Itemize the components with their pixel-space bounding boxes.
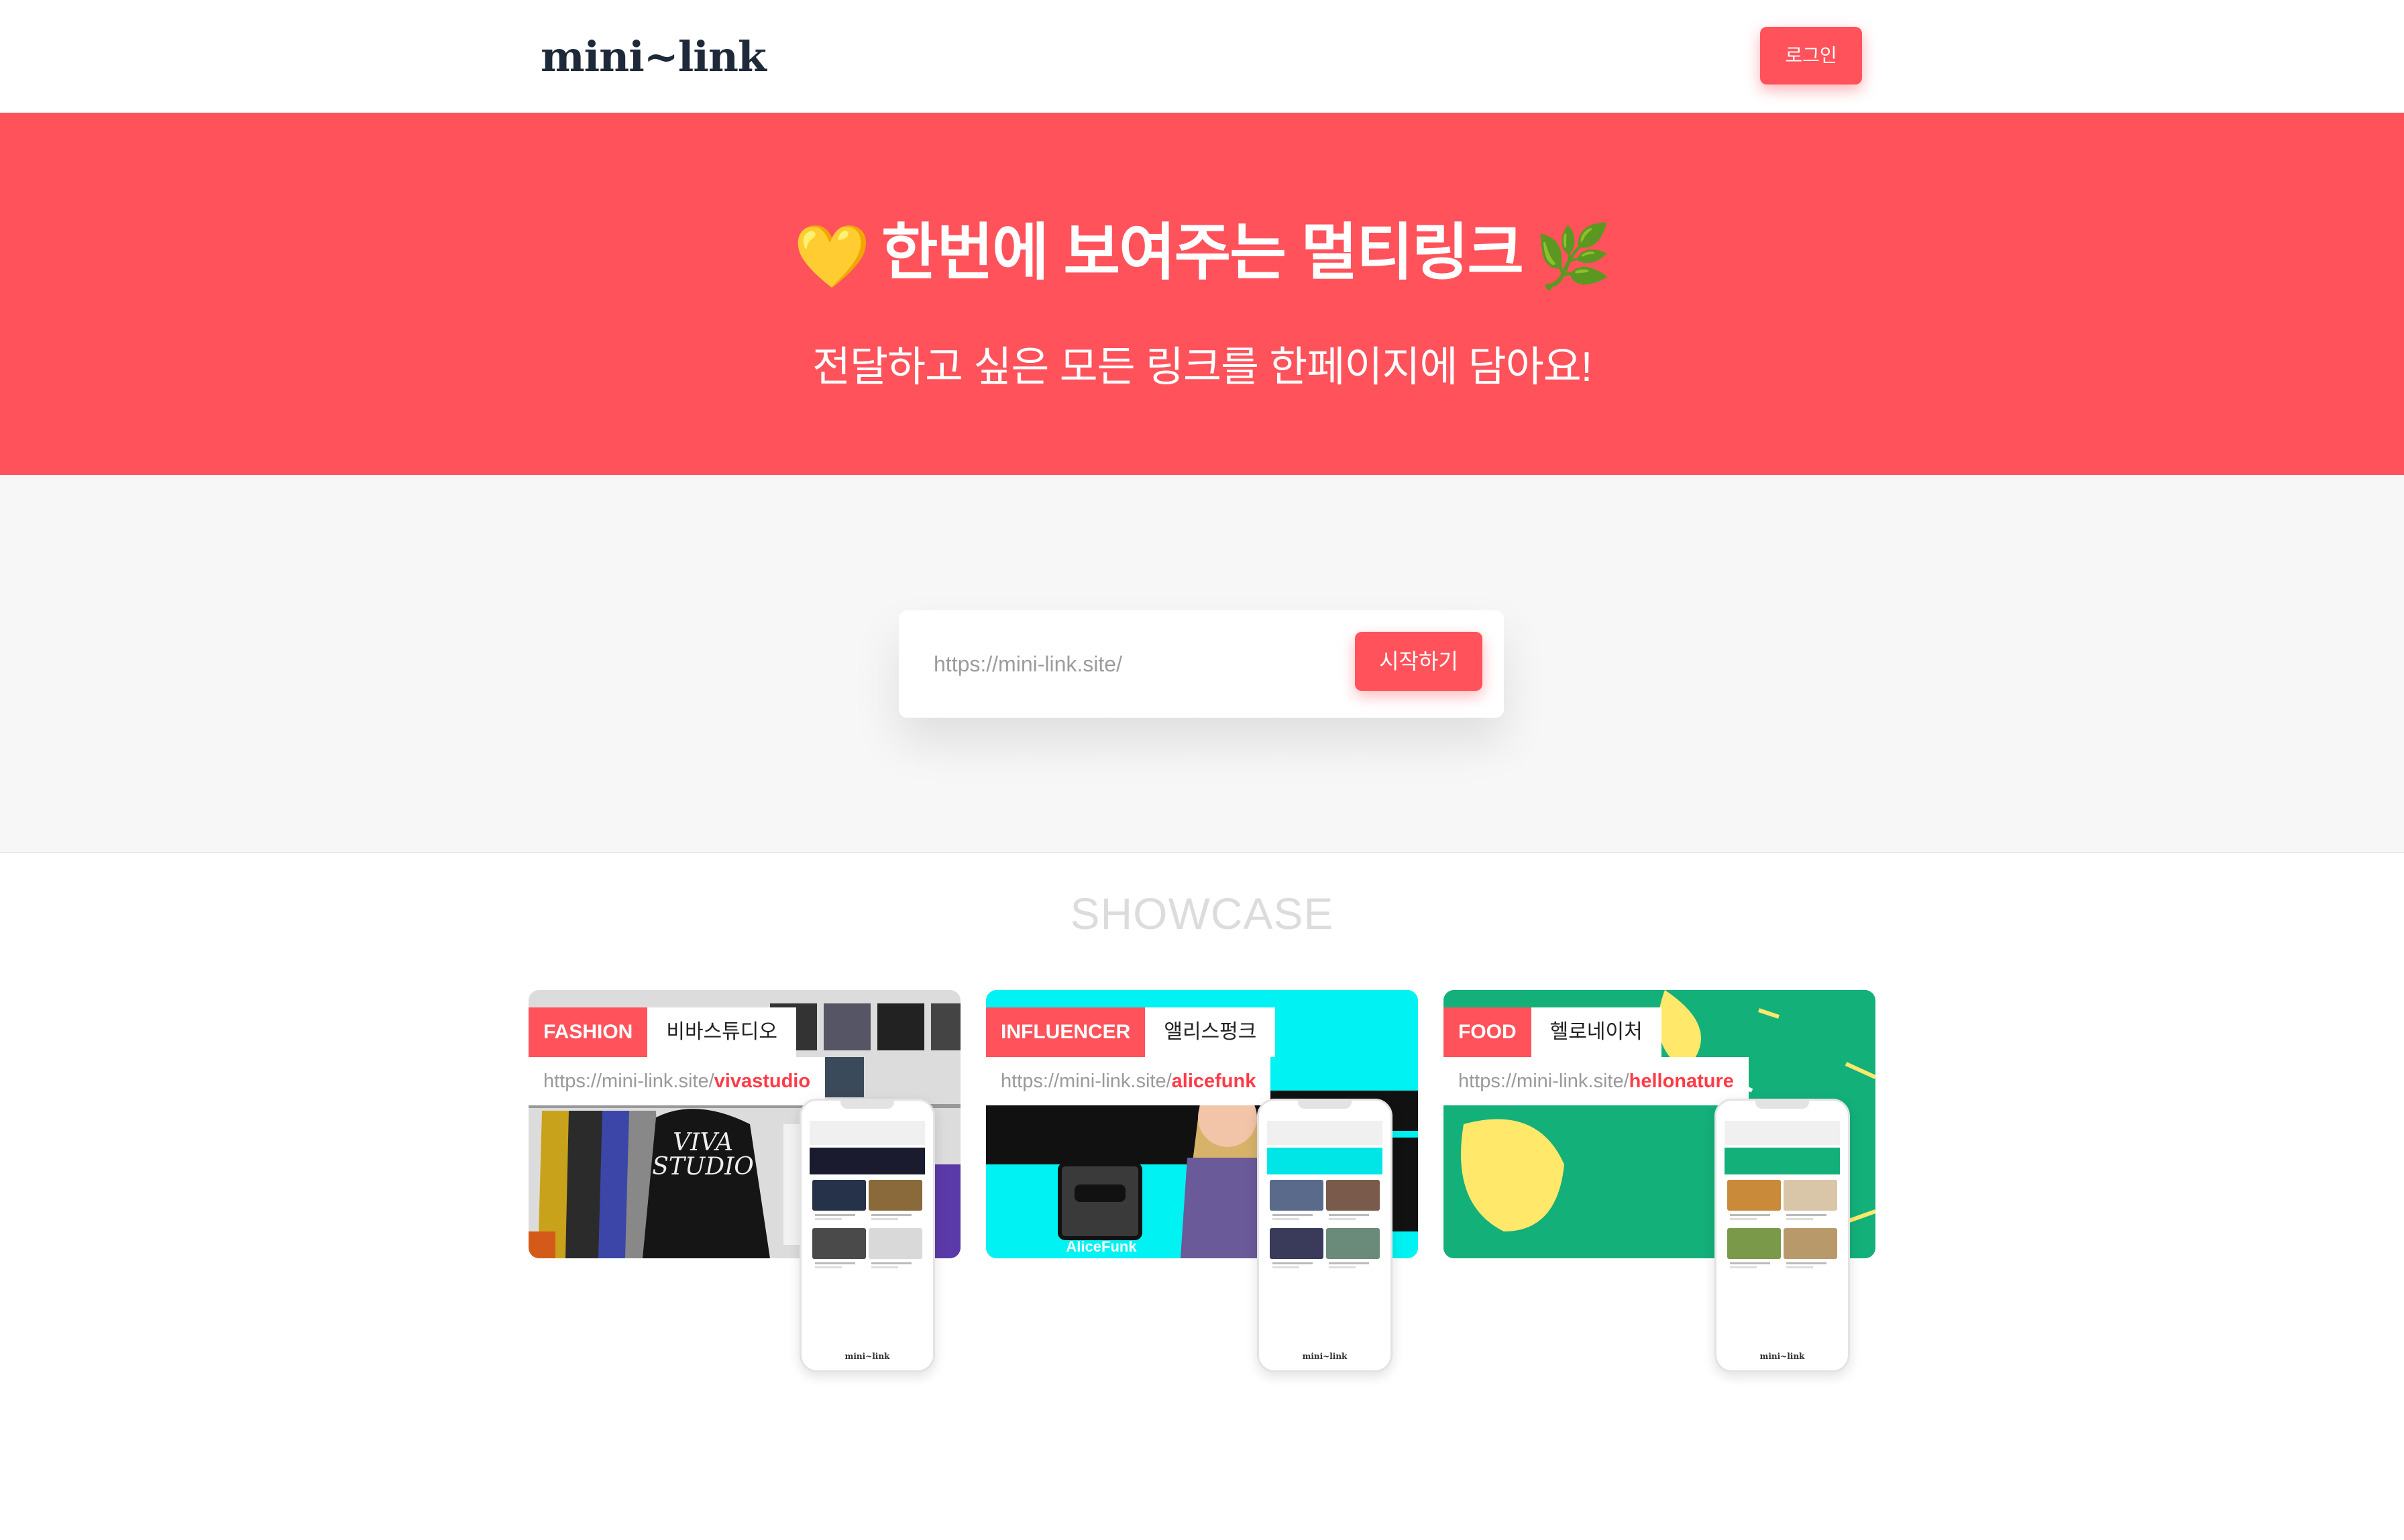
phone-mockup: mini~link	[1257, 1099, 1392, 1372]
category-badge: FASHION	[529, 1007, 648, 1057]
showcase-title: SHOWCASE	[1070, 889, 1334, 938]
start-section: 시작하기	[0, 475, 2404, 853]
site-logo[interactable]: mini~link	[541, 27, 767, 87]
phone-notch	[1298, 1101, 1352, 1109]
card-url[interactable]: https://mini-link.site/vivastudio	[529, 1057, 826, 1105]
start-button[interactable]: 시작하기	[1355, 632, 1482, 691]
showcase-card-food[interactable]: FOOD 헬로네이처 https://mini-link.site/hellon…	[1443, 990, 1875, 1372]
url-prefix: https://mini-link.site/	[543, 1070, 714, 1092]
phone-notch	[840, 1101, 894, 1109]
brand-name: 헬로네이처	[1531, 1007, 1661, 1057]
brand-name: 비바스튜디오	[647, 1007, 796, 1057]
herb-leaf-icon: 🌿	[1535, 223, 1612, 292]
phone-footer-logo: mini~link	[844, 1352, 890, 1361]
url-slug: alicefunk	[1171, 1070, 1256, 1092]
card-tag-row: FASHION 비바스튜디오	[529, 1007, 796, 1057]
phone-footer-logo: mini~link	[1759, 1352, 1805, 1361]
card-url[interactable]: https://mini-link.site/hellonature	[1443, 1057, 1749, 1105]
category-badge: INFLUENCER	[986, 1007, 1146, 1057]
category-badge: FOOD	[1443, 1007, 1531, 1057]
phone-screen	[810, 1121, 925, 1329]
showcase-card-influencer[interactable]: AliceFunk INFLUENCER 앨리스펑크 https://mini-…	[986, 990, 1418, 1372]
hero-subtitle: 전달하고 싶은 모든 링크를 한페이지에 담아요!	[812, 344, 1592, 390]
alicefunk-logo: AliceFunk	[1066, 1238, 1137, 1255]
phone-notch	[1755, 1101, 1809, 1109]
url-slug: hellonature	[1629, 1070, 1734, 1092]
card-tag-row: INFLUENCER 앨리스펑크	[986, 1007, 1276, 1057]
phone-screen	[1267, 1121, 1382, 1329]
card-url[interactable]: https://mini-link.site/alicefunk	[986, 1057, 1271, 1105]
phone-screen	[1725, 1121, 1840, 1329]
top-header: mini~link 로그인	[0, 0, 2404, 113]
hero-title-text: 한번에 보여주는 멀티링크	[881, 219, 1524, 287]
card-tag-row: FOOD 헬로네이처	[1443, 1007, 1661, 1057]
url-start-box: 시작하기	[899, 610, 1504, 718]
viva-studio-print: VIVA STUDIO	[652, 1129, 754, 1180]
brand-name: 앨리스펑크	[1145, 1007, 1276, 1057]
phone-footer-logo: mini~link	[1302, 1352, 1348, 1361]
url-input[interactable]	[919, 630, 1351, 698]
phone-mockup: mini~link	[800, 1099, 935, 1372]
url-slug: vivastudio	[714, 1070, 811, 1092]
url-prefix: https://mini-link.site/	[1001, 1070, 1172, 1092]
login-button[interactable]: 로그인	[1760, 27, 1862, 85]
hero-title: 💛 한번에 보여주는 멀티링크 🌿	[0, 203, 2404, 293]
phone-mockup: mini~link	[1714, 1099, 1850, 1372]
yellow-heart-icon: 💛	[794, 223, 871, 292]
url-prefix: https://mini-link.site/	[1458, 1070, 1629, 1092]
hero-banner: 💛 한번에 보여주는 멀티링크 🌿 전달하고 싶은 모든 링크를 한페이지에 담아요…	[0, 113, 2404, 475]
showcase-card-fashion[interactable]: VIVA STUDIO FASHION 비바스튜디오 https://mini-…	[529, 990, 961, 1372]
